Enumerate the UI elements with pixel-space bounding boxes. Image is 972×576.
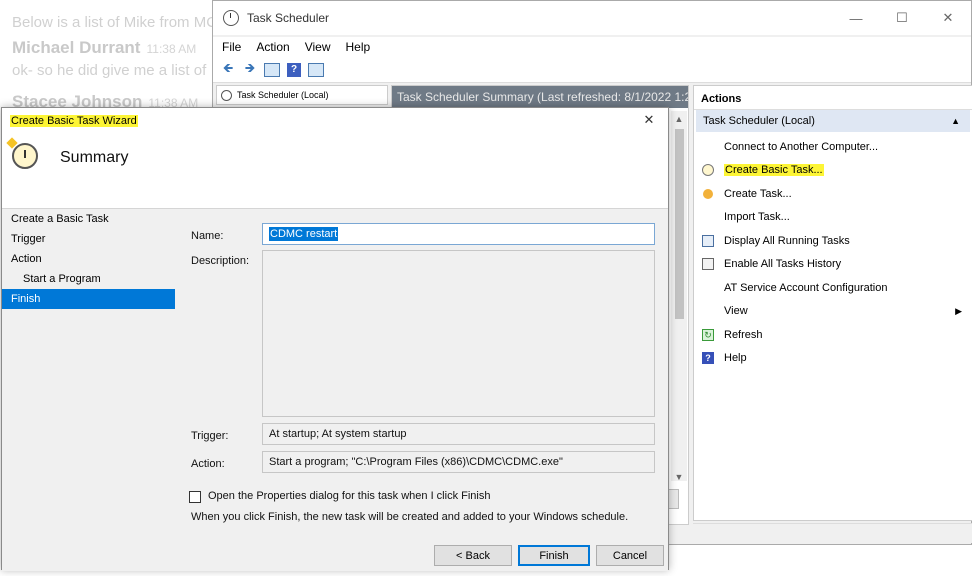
step-finish[interactable]: Finish: [2, 289, 175, 309]
action-label: Action:: [191, 458, 225, 470]
wizard-header: Summary: [2, 133, 668, 209]
action-display-running[interactable]: Display All Running Tasks: [694, 229, 972, 253]
finish-button[interactable]: Finish: [518, 545, 590, 566]
menu-view[interactable]: View: [296, 40, 337, 54]
menu-file[interactable]: File: [213, 40, 247, 54]
action-create-task[interactable]: Create Task...: [694, 182, 972, 206]
dialog-title-bar: Create Basic Task Wizard ✕: [2, 108, 668, 133]
create-basic-task-icon: [702, 164, 714, 177]
action-connect-computer[interactable]: Connect to Another Computer...: [694, 135, 972, 159]
show-tree-button[interactable]: [263, 62, 281, 78]
forward-arrow-icon[interactable]: 🡺: [241, 60, 259, 78]
summary-scrollbar[interactable]: ▲ ▼: [671, 111, 687, 482]
action-at-service-config[interactable]: AT Service Account Configuration: [694, 276, 972, 300]
clock-icon: [221, 89, 232, 101]
back-arrow-icon[interactable]: 🡸: [219, 60, 237, 78]
help-button[interactable]: ?: [285, 62, 303, 78]
action-enable-history[interactable]: Enable All Tasks History: [694, 253, 972, 277]
close-button[interactable]: ✕: [925, 1, 971, 35]
actions-title: Actions: [694, 86, 972, 110]
submenu-arrow-icon: ▶: [955, 305, 962, 316]
dialog-close-button[interactable]: ✕: [636, 110, 662, 130]
finish-note: When you click Finish, the new task will…: [191, 511, 629, 523]
trigger-label: Trigger:: [191, 430, 229, 442]
action-create-basic-task[interactable]: Create Basic Task...: [694, 159, 972, 183]
scroll-thumb[interactable]: [674, 129, 684, 319]
window-title: Task Scheduler: [247, 11, 330, 25]
actions-pane: Actions Task Scheduler (Local) ▲ Connect…: [693, 85, 972, 521]
wizard-heading: Summary: [60, 149, 129, 166]
description-label: Description:: [191, 255, 250, 267]
step-action[interactable]: Action: [2, 249, 178, 269]
toolbar: 🡸 🡺 ?: [213, 57, 971, 83]
minimize-button[interactable]: —: [833, 1, 879, 35]
description-field[interactable]: [262, 250, 655, 417]
running-tasks-icon: [702, 234, 714, 247]
help-icon: ?: [702, 352, 714, 365]
actions-group-label: Task Scheduler (Local): [703, 115, 815, 127]
cancel-button[interactable]: Cancel: [596, 545, 664, 566]
chat-author-name: Michael Durrant: [12, 38, 141, 57]
tree-item-task-scheduler-local[interactable]: Task Scheduler (Local): [216, 85, 388, 105]
action-import-task[interactable]: Import Task...: [694, 206, 972, 230]
chat-author: Michael Durrant 11:38 AM: [12, 38, 196, 58]
maximize-button[interactable]: ☐: [879, 1, 925, 35]
console-tree-icon: [264, 62, 280, 77]
action-help[interactable]: ? Help: [694, 347, 972, 371]
name-field[interactable]: CDMC restart: [262, 223, 655, 245]
action-pane-icon: [308, 62, 324, 77]
title-bar: Task Scheduler — ☐ ✕: [213, 1, 971, 35]
chat-time: 11:38 AM: [146, 42, 197, 56]
summary-header: Task Scheduler Summary (Last refreshed: …: [392, 86, 688, 108]
create-task-icon: [703, 188, 713, 199]
action-field: Start a program; "C:\Program Files (x86)…: [262, 451, 655, 473]
menu-action[interactable]: Action: [247, 40, 295, 54]
collapse-arrow-icon[interactable]: ▲: [951, 110, 960, 132]
task-wizard-icon: [12, 143, 38, 169]
step-start-program[interactable]: Start a Program: [2, 269, 178, 289]
help-icon: ?: [287, 62, 301, 77]
history-icon: [702, 258, 714, 271]
action-view[interactable]: View ▶: [694, 300, 972, 324]
dialog-title: Create Basic Task Wizard: [10, 114, 138, 127]
step-trigger[interactable]: Trigger: [2, 229, 178, 249]
action-refresh[interactable]: ↻ Refresh: [694, 323, 972, 347]
open-properties-checkbox[interactable]: [189, 491, 201, 503]
open-properties-label[interactable]: Open the Properties dialog for this task…: [208, 490, 490, 502]
action-pane-button[interactable]: [307, 62, 325, 78]
menu-help[interactable]: Help: [337, 40, 377, 54]
actions-group-header[interactable]: Task Scheduler (Local) ▲: [696, 110, 970, 132]
create-basic-task-wizard-dialog: Create Basic Task Wizard ✕ Summary Creat…: [1, 107, 669, 571]
menu-bar: File Action View Help: [213, 37, 971, 57]
chat-message: ok- so he did give me a list of: [12, 62, 207, 79]
back-button[interactable]: < Back: [434, 545, 512, 566]
trigger-field: At startup; At system startup: [262, 423, 655, 445]
trigger-value: At startup; At system startup: [269, 428, 407, 440]
name-value: CDMC restart: [269, 227, 339, 241]
status-bar: [693, 523, 972, 543]
task-scheduler-app-icon: [223, 10, 239, 26]
step-create-basic-task[interactable]: Create a Basic Task: [2, 209, 178, 229]
refresh-icon: ↻: [702, 328, 714, 341]
wizard-steps: Create a Basic Task Trigger Action Start…: [2, 209, 178, 309]
action-value: Start a program; "C:\Program Files (x86)…: [269, 456, 563, 468]
scroll-down-icon[interactable]: ▼: [671, 469, 687, 485]
name-label: Name:: [191, 230, 224, 242]
chat-message: Below is a list of Mike from MCMC: [12, 14, 241, 31]
tree-item-label: Task Scheduler (Local): [237, 90, 329, 100]
window-controls: — ☐ ✕: [833, 1, 971, 35]
scroll-up-icon[interactable]: ▲: [671, 111, 687, 127]
